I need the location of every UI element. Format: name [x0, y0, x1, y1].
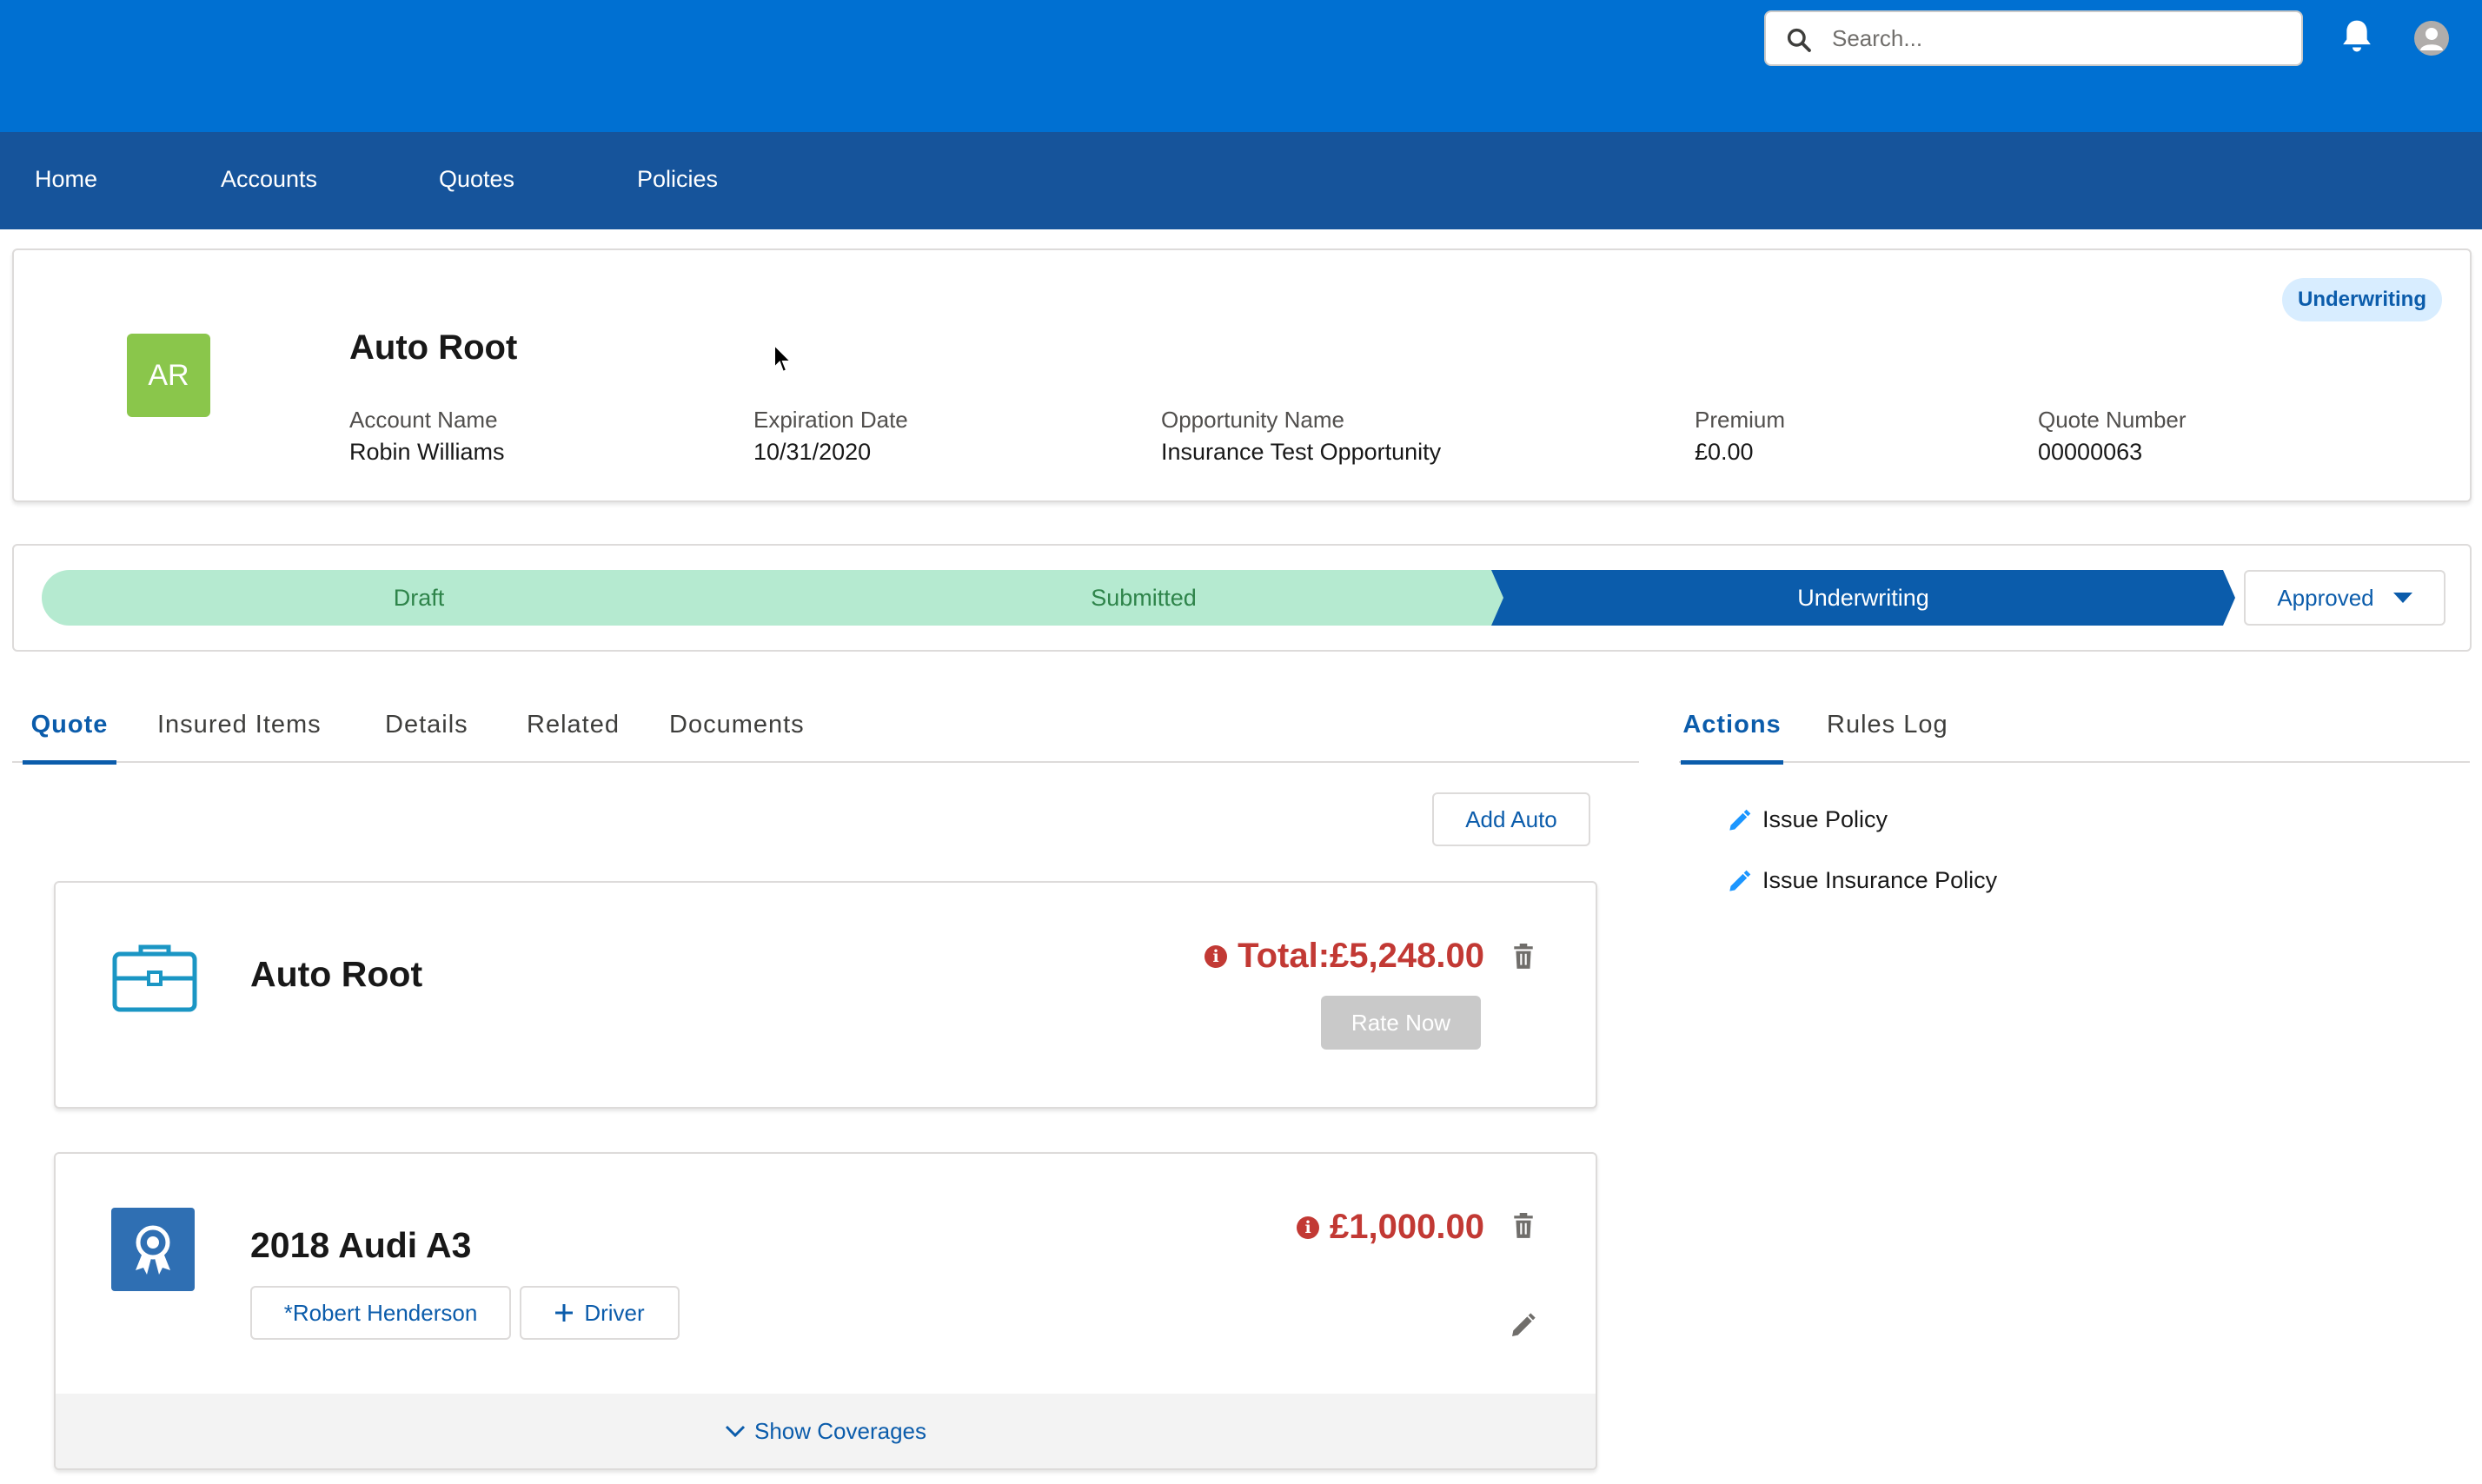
- path-step-underwriting[interactable]: Underwriting: [1491, 570, 2235, 626]
- quote-root-card: Auto Root i Total:£5,248.00 Rate Now: [54, 881, 1597, 1109]
- add-auto-button[interactable]: Add Auto: [1432, 792, 1590, 846]
- nav-item-accounts[interactable]: Accounts: [221, 163, 317, 195]
- field-opportunity-name: Opportunity Name Insurance Test Opportun…: [1161, 405, 1441, 467]
- field-value: 00000063: [2038, 439, 2143, 465]
- field-quote-number: Quote Number 00000063: [2038, 405, 2187, 467]
- tab-related[interactable]: Related: [527, 704, 620, 763]
- global-header: [0, 0, 2482, 132]
- record-avatar: AR: [127, 334, 210, 417]
- record-header: AR Auto Root Underwriting Account Name R…: [12, 248, 2472, 502]
- chevron-down-icon: [2392, 593, 2412, 603]
- pencil-icon: [1729, 809, 1751, 831]
- search-icon: [1787, 28, 1811, 52]
- tab-quote[interactable]: Quote: [23, 704, 116, 765]
- action-label: Issue Policy: [1762, 806, 1888, 832]
- field-value: £0.00: [1695, 439, 1754, 465]
- add-driver-label: Driver: [584, 1299, 645, 1326]
- insured-item-card: 2018 Audi A3 i £1,000.00 *Robert Henders…: [54, 1152, 1597, 1470]
- path-step-label: Submitted: [1091, 584, 1197, 611]
- tab-actions[interactable]: Actions: [1681, 704, 1783, 765]
- info-icon: i: [1297, 1216, 1320, 1239]
- nav-item-policies[interactable]: Policies: [637, 163, 718, 195]
- delete-icon[interactable]: [1512, 1213, 1535, 1239]
- user-icon: [2420, 28, 2443, 50]
- field-expiration-date: Expiration Date 10/31/2020: [753, 405, 908, 467]
- main-tabset: Quote Insured Items Details Related Docu…: [12, 704, 1639, 765]
- action-issue-insurance-policy[interactable]: Issue Insurance Policy: [1728, 867, 1997, 894]
- edit-icon[interactable]: [1509, 1312, 1536, 1340]
- action-issue-policy[interactable]: Issue Policy: [1728, 806, 1888, 833]
- field-label: Premium: [1695, 407, 1786, 433]
- quote-total: i Total:£5,248.00: [1204, 937, 1484, 976]
- tab-insured-items[interactable]: Insured Items: [157, 704, 322, 763]
- field-label: Opportunity Name: [1161, 407, 1344, 433]
- status-path: Draft Submitted Underwriting Approved: [12, 544, 2472, 652]
- quote-total-value: Total:£5,248.00: [1238, 937, 1484, 975]
- pencil-icon: [1729, 870, 1751, 891]
- nav-item-home[interactable]: Home: [35, 163, 97, 195]
- insured-item-title: 2018 Audi A3: [250, 1225, 472, 1265]
- mouse-cursor-icon: [773, 344, 793, 374]
- user-avatar[interactable]: [2414, 21, 2449, 56]
- driver-button[interactable]: *Robert Henderson: [250, 1286, 511, 1340]
- show-coverages-toggle[interactable]: Show Coverages: [56, 1394, 1596, 1468]
- insured-item-amount: i £1,000.00: [1297, 1208, 1484, 1247]
- field-premium: Premium £0.00: [1695, 405, 1785, 467]
- tab-details[interactable]: Details: [385, 704, 468, 763]
- path-step-submitted[interactable]: Submitted: [766, 570, 1521, 626]
- record-title: Auto Root: [349, 328, 518, 367]
- briefcase-icon: [112, 944, 197, 1012]
- field-value: 10/31/2020: [753, 439, 872, 465]
- award-icon: [111, 1208, 195, 1291]
- path-step-label: Draft: [393, 584, 445, 611]
- quote-root-title: Auto Root: [250, 954, 423, 994]
- field-value: Insurance Test Opportunity: [1161, 439, 1442, 465]
- chevron-down-icon: [725, 1425, 746, 1438]
- insured-item-amount-value: £1,000.00: [1330, 1208, 1484, 1246]
- side-tabset: Actions Rules Log: [1679, 704, 2470, 765]
- app-navigation: Home Accounts Quotes Policies: [0, 132, 2482, 229]
- rate-now-button[interactable]: Rate Now: [1321, 996, 1481, 1050]
- tab-documents[interactable]: Documents: [669, 704, 805, 763]
- tab-rules-log[interactable]: Rules Log: [1827, 704, 1948, 763]
- global-search[interactable]: [1764, 10, 2303, 66]
- field-account-name: Account Name Robin Williams: [349, 405, 505, 467]
- field-label: Expiration Date: [753, 407, 908, 433]
- delete-icon[interactable]: [1512, 944, 1535, 970]
- nav-item-quotes[interactable]: Quotes: [439, 163, 514, 195]
- field-label: Account Name: [349, 407, 498, 433]
- add-icon: [555, 1304, 574, 1322]
- search-input[interactable]: [1832, 19, 2284, 57]
- path-step-label: Underwriting: [1797, 584, 1929, 611]
- path-step-draft[interactable]: Draft: [42, 570, 796, 626]
- next-status-dropdown[interactable]: Approved: [2244, 570, 2446, 626]
- info-icon: i: [1204, 944, 1228, 968]
- next-status-label: Approved: [2277, 584, 2374, 611]
- action-label: Issue Insurance Policy: [1762, 867, 1998, 893]
- show-coverages-label: Show Coverages: [754, 1417, 926, 1444]
- status-badge: Underwriting: [2282, 278, 2442, 321]
- field-label: Quote Number: [2038, 407, 2187, 433]
- add-driver-button[interactable]: Driver: [520, 1286, 680, 1340]
- driver-name: *Robert Henderson: [283, 1299, 478, 1326]
- notifications-bell-icon[interactable]: [2339, 17, 2374, 56]
- field-value: Robin Williams: [349, 439, 505, 465]
